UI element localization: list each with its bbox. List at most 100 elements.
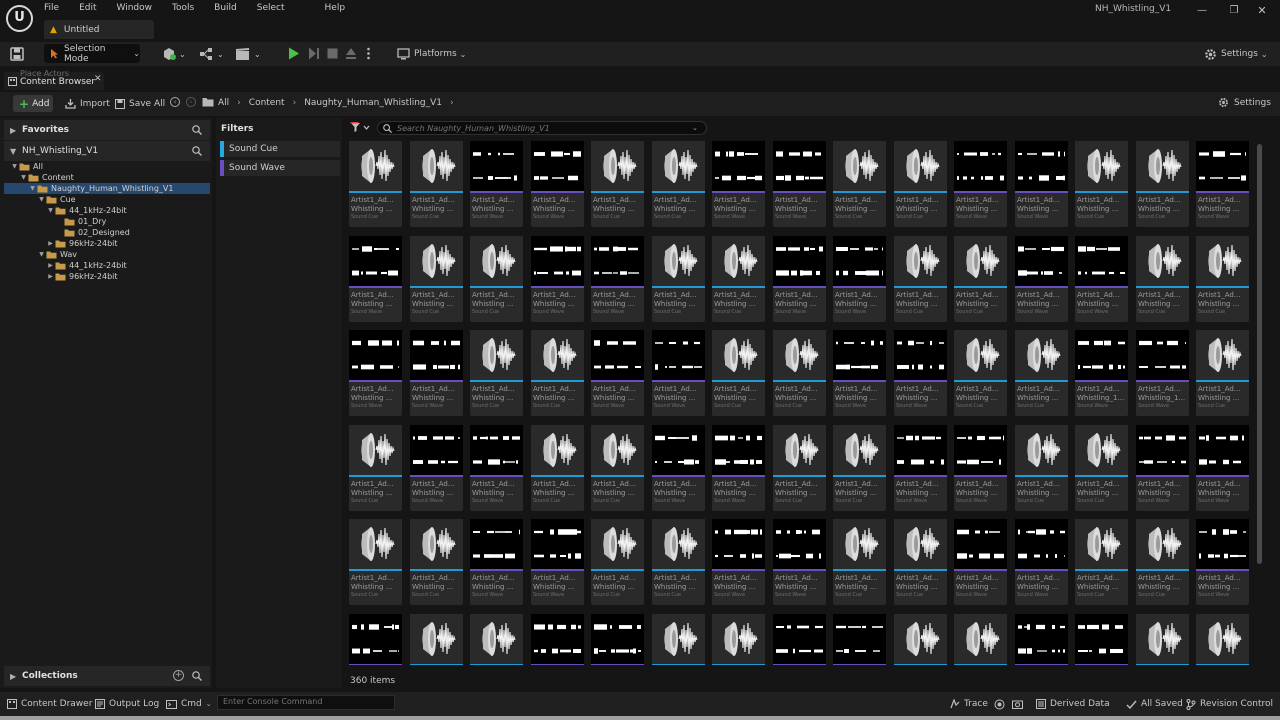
project-section-header[interactable]: ▼ NH_Whistling_V1: [4, 141, 210, 161]
menu-tools[interactable]: Tools: [172, 2, 194, 16]
asset-tile-sound-cue[interactable]: Artist1_Ad... Whistling ... Sound Cue: [1196, 330, 1249, 416]
console-command-input[interactable]: [223, 697, 393, 706]
asset-tile-sound-wave[interactable]: Artist1_Ad... Whistling ... Sound Wave: [410, 425, 463, 511]
asset-tile-sound-cue[interactable]: Artist1_Ad... Whistling ... Sound Cue: [773, 330, 826, 416]
add-actor-button[interactable]: ⌄: [162, 45, 186, 63]
asset-tile-sound-wave[interactable]: [349, 614, 402, 665]
record-button[interactable]: [994, 696, 1005, 712]
document-tab[interactable]: ▲ Untitled: [44, 20, 154, 39]
asset-tile-sound-wave[interactable]: Artist1_Ad... Whistling ... Sound Wave: [470, 141, 523, 227]
screenshot-button[interactable]: [1012, 696, 1023, 712]
asset-tile-sound-wave[interactable]: [773, 614, 826, 665]
revision-control-button[interactable]: Revision Control: [1186, 696, 1273, 712]
asset-tile-sound-wave[interactable]: Artist1_Ad... Whistling_1... Sound Wave: [1075, 330, 1128, 416]
cmd-dropdown[interactable]: Cmd ⌄: [166, 696, 212, 712]
folder-icon[interactable]: [202, 97, 214, 107]
asset-tile-sound-wave[interactable]: Artist1_Ad... Whistling ... Sound Wave: [773, 236, 826, 322]
asset-tile-sound-cue[interactable]: Artist1_Ad... Whistling ... Sound Cue: [833, 519, 886, 605]
menu-edit[interactable]: Edit: [79, 2, 96, 16]
tree-item[interactable]: ▼ Cue: [4, 194, 210, 205]
asset-tile-sound-wave[interactable]: [1015, 614, 1068, 665]
chevron-right-icon[interactable]: ›: [450, 98, 454, 108]
asset-search-box[interactable]: ⌄: [377, 121, 707, 135]
chevron-down-icon[interactable]: ⌄: [692, 124, 698, 132]
menu-file[interactable]: File: [44, 2, 59, 16]
close-window-button[interactable]: ✕: [1256, 5, 1268, 17]
filter-dropdown-button[interactable]: [350, 122, 370, 133]
asset-tile-sound-cue[interactable]: Artist1_Ad... Whistling ... Sound Cue: [1015, 425, 1068, 511]
asset-tile-sound-cue[interactable]: Artist1_Ad... Whistling ... Sound Cue: [410, 236, 463, 322]
eject-icon[interactable]: [345, 47, 357, 60]
asset-tile-sound-cue[interactable]: Artist1_Ad... Whistling ... Sound Cue: [652, 141, 705, 227]
asset-tile-sound-cue[interactable]: Artist1_Ad... Whistling ... Sound Cue: [1136, 519, 1189, 605]
content-drawer-button[interactable]: Content Drawer: [7, 696, 92, 712]
asset-tile-sound-cue[interactable]: Artist1_Ad... Whistling ... Sound Cue: [470, 236, 523, 322]
asset-tile-sound-wave[interactable]: Artist1_Ad... Whistling ... Sound Wave: [1196, 519, 1249, 605]
asset-tile-sound-wave[interactable]: Artist1_Ad... Whistling ... Sound Wave: [652, 330, 705, 416]
selection-mode-dropdown[interactable]: Selection Mode ⌄: [44, 44, 140, 64]
content-browser-tab[interactable]: Place Actors Content Browser ✕: [4, 69, 104, 90]
more-options-icon[interactable]: [366, 47, 371, 60]
asset-tile-sound-wave[interactable]: Artist1_Ad... Whistling ... Sound Wave: [1015, 519, 1068, 605]
tree-item[interactable]: ▼ 44_1kHz-24bit: [4, 205, 210, 216]
asset-tile-sound-wave[interactable]: Artist1_Ad... Whistling ... Sound Wave: [1196, 141, 1249, 227]
asset-tile-sound-cue[interactable]: Artist1_Ad... Whistling ... Sound Cue: [1015, 330, 1068, 416]
asset-tile-sound-wave[interactable]: Artist1_Ad... Whistling ... Sound Wave: [349, 236, 402, 322]
close-tab-icon[interactable]: ✕: [94, 74, 102, 84]
asset-tile-sound-cue[interactable]: Artist1_Ad... Whistling ... Sound Cue: [773, 425, 826, 511]
asset-scrollbar[interactable]: [1257, 144, 1262, 564]
asset-tile-sound-wave[interactable]: Artist1_Ad... Whistling ... Sound Wave: [894, 425, 947, 511]
asset-tile-sound-cue[interactable]: Artist1_Ad... Whistling ... Sound Cue: [894, 519, 947, 605]
asset-tile-sound-cue[interactable]: Artist1_Ad... Whistling ... Sound Cue: [652, 519, 705, 605]
asset-tile-sound-cue[interactable]: Artist1_Ad... Whistling ... Sound Cue: [954, 330, 1007, 416]
minimize-button[interactable]: —: [1196, 6, 1208, 16]
chevron-down-icon[interactable]: ▼: [37, 251, 46, 258]
filter-sound-wave[interactable]: Sound Wave: [220, 160, 340, 176]
search-icon[interactable]: [192, 671, 202, 681]
asset-tile-sound-wave[interactable]: Artist1_Ad... Whistling ... Sound Wave: [591, 236, 644, 322]
asset-tile-sound-wave[interactable]: Artist1_Ad... Whistling ... Sound Wave: [773, 519, 826, 605]
all-saved-button[interactable]: All Saved: [1126, 696, 1183, 712]
step-icon[interactable]: [308, 47, 320, 60]
asset-tile-sound-cue[interactable]: Artist1_Ad... Whistling ... Sound Cue: [470, 330, 523, 416]
asset-tile-sound-wave[interactable]: Artist1_Ad... Whistling_1... Sound Wave: [1136, 330, 1189, 416]
asset-tile-sound-cue[interactable]: Artist1_Ad... Whistling ... Sound Cue: [894, 141, 947, 227]
asset-tile-sound-wave[interactable]: Artist1_Ad... Whistling ... Sound Wave: [954, 141, 1007, 227]
breadcrumb-naughty-human-whistling[interactable]: Naughty_Human_Whistling_V1: [304, 98, 442, 108]
tree-item[interactable]: ▶ 44_1kHz-24bit: [4, 260, 210, 271]
asset-tile-sound-cue[interactable]: [712, 614, 765, 665]
add-collection-icon[interactable]: +: [173, 670, 184, 681]
asset-tile-sound-cue[interactable]: Artist1_Ad... Whistling ... Sound Cue: [1136, 236, 1189, 322]
add-button[interactable]: + Add: [13, 95, 53, 112]
asset-tile-sound-wave[interactable]: Artist1_Ad... Whistling ... Sound Wave: [712, 519, 765, 605]
chevron-right-icon[interactable]: ›: [237, 98, 241, 108]
back-icon[interactable]: ‹: [170, 97, 180, 107]
asset-tile-sound-cue[interactable]: Artist1_Ad... Whistling ... Sound Cue: [833, 425, 886, 511]
asset-tile-sound-cue[interactable]: Artist1_Ad... Whistling ... Sound Cue: [833, 141, 886, 227]
menu-build[interactable]: Build: [214, 2, 237, 16]
chevron-right-icon[interactable]: ▶: [46, 262, 55, 269]
asset-tile-sound-cue[interactable]: Artist1_Ad... Whistling ... Sound Cue: [1136, 141, 1189, 227]
asset-tile-sound-wave[interactable]: Artist1_Ad... Whistling ... Sound Wave: [1015, 236, 1068, 322]
unreal-logo-icon[interactable]: U: [6, 5, 33, 32]
asset-tile-sound-wave[interactable]: Artist1_Ad... Whistling ... Sound Wave: [712, 425, 765, 511]
chevron-down-icon[interactable]: ▼: [46, 207, 55, 214]
asset-tile-sound-cue[interactable]: Artist1_Ad... Whistling ... Sound Cue: [1075, 425, 1128, 511]
trace-button[interactable]: Trace: [950, 696, 988, 712]
asset-tile-sound-cue[interactable]: Artist1_Ad... Whistling ... Sound Cue: [410, 141, 463, 227]
tree-item[interactable]: ▼ All: [4, 161, 210, 172]
tree-item[interactable]: ▶ 96kHz-24bit: [4, 271, 210, 282]
asset-tile-sound-cue[interactable]: Artist1_Ad... Whistling ... Sound Cue: [531, 425, 584, 511]
asset-tile-sound-cue[interactable]: Artist1_Ad... Whistling ... Sound Cue: [954, 236, 1007, 322]
asset-tile-sound-cue[interactable]: Artist1_Ad... Whistling ... Sound Cue: [591, 141, 644, 227]
save-icon[interactable]: [10, 47, 24, 61]
platforms-button[interactable]: Platforms ⌄: [397, 45, 466, 63]
asset-tile-sound-wave[interactable]: Artist1_Ad... Whistling ... Sound Wave: [410, 330, 463, 416]
asset-tile-sound-cue[interactable]: Artist1_Ad... Whistling ... Sound Cue: [712, 330, 765, 416]
menu-select[interactable]: Select: [257, 2, 285, 16]
asset-tile-sound-cue[interactable]: Artist1_Ad... Whistling ... Sound Cue: [1196, 236, 1249, 322]
asset-tile-sound-cue[interactable]: Artist1_Ad... Whistling ... Sound Cue: [1075, 141, 1128, 227]
chevron-down-icon[interactable]: ▼: [10, 163, 19, 170]
chevron-right-icon[interactable]: ›: [293, 98, 297, 108]
asset-tile-sound-cue[interactable]: Artist1_Ad... Whistling ... Sound Cue: [410, 519, 463, 605]
